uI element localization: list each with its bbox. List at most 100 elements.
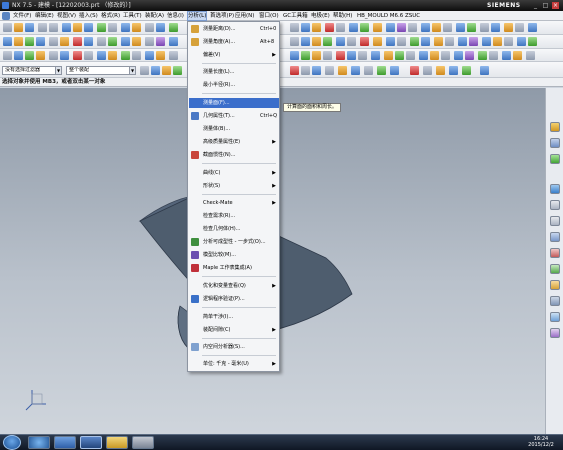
visual-reporting-icon[interactable] — [550, 328, 560, 338]
bounded-grid-snap-icon[interactable] — [462, 66, 471, 75]
line-icon[interactable] — [14, 51, 23, 60]
datum-axis-icon[interactable] — [373, 23, 382, 32]
minimize-button[interactable]: _ — [532, 2, 539, 9]
clip-section-icon[interactable] — [504, 23, 513, 32]
offset-region-icon[interactable] — [445, 37, 454, 46]
bridge-curve-icon[interactable] — [132, 51, 141, 60]
studio-surface-icon[interactable] — [373, 37, 382, 46]
menu-application[interactable]: 应用(N) — [235, 11, 254, 21]
snap-on-face-icon[interactable] — [358, 51, 367, 60]
show-hide-icon[interactable] — [515, 23, 524, 32]
pan-icon[interactable] — [456, 23, 465, 32]
face-analysis-icon[interactable] — [478, 51, 487, 60]
menu-preferences[interactable]: 首选项(P) — [210, 11, 234, 21]
section-curve-icon[interactable] — [108, 51, 117, 60]
arc-icon[interactable] — [25, 51, 34, 60]
quick-pick-icon[interactable] — [338, 66, 347, 75]
roles-icon[interactable] — [550, 264, 560, 274]
menu-advanced-mass-properties[interactable]: 高级质量属性(E) ▶ — [189, 137, 279, 147]
undo-icon[interactable] — [38, 23, 47, 32]
redo-icon[interactable] — [49, 23, 58, 32]
snap-on-curve-icon[interactable] — [347, 51, 356, 60]
divide-curve-icon[interactable] — [169, 51, 178, 60]
chamfer-icon[interactable] — [156, 23, 165, 32]
snap-quadrant-icon[interactable] — [323, 51, 332, 60]
cone-icon[interactable] — [25, 37, 34, 46]
select-face-icon[interactable] — [173, 66, 182, 75]
menu-measure-body[interactable]: 测量体(B)... — [189, 124, 279, 134]
menu-examine-geometry[interactable]: 检查几何体(H)... — [189, 224, 279, 234]
menu-insert[interactable]: 插入(S) — [79, 11, 98, 21]
menu-one-step-formability[interactable]: 分析可成型性 - 一步式(O)... — [189, 237, 279, 247]
front-view-icon[interactable] — [528, 37, 537, 46]
menu-format[interactable]: 格式(R) — [101, 11, 120, 21]
trim-sheet-icon[interactable] — [360, 37, 369, 46]
part-navigator-icon[interactable] — [550, 138, 560, 148]
revolve-icon[interactable] — [84, 23, 93, 32]
wireframe-icon[interactable] — [480, 23, 489, 32]
new-file-icon[interactable] — [3, 23, 12, 32]
extrude-icon[interactable] — [73, 23, 82, 32]
snap-intersection-icon[interactable] — [336, 51, 345, 60]
snap-existing-point-icon[interactable] — [371, 51, 380, 60]
project-curve-icon[interactable] — [84, 51, 93, 60]
menu-geometric-properties[interactable]: 几何属性(T)... Ctrl+Q — [189, 111, 279, 121]
select-curve-icon[interactable] — [312, 66, 321, 75]
sketch-icon[interactable] — [62, 23, 71, 32]
menu-hb-mould[interactable]: HB_MOULD M6.6 — [357, 11, 403, 21]
boss-icon[interactable] — [108, 23, 117, 32]
history-icon[interactable] — [550, 200, 560, 210]
menu-section-inertia[interactable]: 截面惯性(N)... — [189, 150, 279, 160]
render-style-icon[interactable] — [386, 23, 395, 32]
reflection-analysis-icon[interactable] — [526, 51, 535, 60]
snap-tangent-icon[interactable] — [406, 51, 415, 60]
top-view-icon[interactable] — [517, 37, 526, 46]
pad-icon[interactable] — [60, 37, 69, 46]
rotate-view-icon[interactable] — [443, 23, 452, 32]
menu-measure-length[interactable]: 测量长度(L)... — [189, 67, 279, 77]
line-snap-icon[interactable] — [351, 66, 360, 75]
menu-file[interactable]: 文件(F) — [13, 11, 31, 21]
pocket-icon[interactable] — [49, 37, 58, 46]
draft-icon[interactable] — [325, 23, 334, 32]
curvature-analysis-icon[interactable] — [502, 51, 511, 60]
menu-analysis[interactable]: 分析(L) — [187, 11, 208, 21]
select-edge-icon[interactable] — [301, 66, 310, 75]
n-sided-surface-icon[interactable] — [323, 37, 332, 46]
move-face-icon[interactable] — [386, 37, 395, 46]
nx-menu-logo-icon[interactable] — [2, 12, 10, 20]
trim-curve-icon[interactable] — [156, 51, 165, 60]
slash-snap-icon[interactable] — [364, 66, 373, 75]
taskbar-app-icon[interactable] — [54, 436, 76, 449]
wcs-dynamics-icon[interactable] — [419, 51, 428, 60]
subtract-icon[interactable] — [132, 23, 141, 32]
menu-help[interactable]: 帮助(H) — [333, 11, 352, 21]
menu-model-compare[interactable]: 模型比较(M)... — [189, 250, 279, 260]
sphere-icon[interactable] — [36, 37, 45, 46]
analysis-display-icon[interactable] — [465, 51, 474, 60]
patch-icon[interactable] — [132, 37, 141, 46]
replace-face-icon[interactable] — [410, 37, 419, 46]
menu-minimum-radius[interactable]: 最小半径(R)... — [189, 80, 279, 90]
palette-icon[interactable] — [550, 296, 560, 306]
point-on-face-snap-icon[interactable] — [449, 66, 458, 75]
menu-zsuc[interactable]: ZSUC — [405, 11, 420, 21]
block-icon[interactable] — [3, 37, 12, 46]
taskbar-folder-icon[interactable] — [106, 436, 128, 449]
snap-endpoint-icon[interactable] — [290, 51, 299, 60]
process-studio-icon[interactable] — [550, 232, 560, 242]
menu-units[interactable]: 单位: 千克 - 毫米(U) ▶ — [189, 359, 279, 369]
swept-icon[interactable] — [301, 37, 310, 46]
taskbar-app-icon[interactable] — [132, 436, 154, 449]
pattern-feature-icon[interactable] — [336, 23, 345, 32]
taskbar-app-icon[interactable] — [28, 436, 50, 449]
circle-center-snap-icon[interactable] — [410, 66, 419, 75]
selection-filter-dropdown[interactable]: 没有选择过滤器 ▼ — [2, 66, 62, 75]
orient-view-icon[interactable] — [491, 23, 500, 32]
close-button[interactable]: × — [552, 2, 559, 9]
datum-plane-icon[interactable] — [360, 23, 369, 32]
mold-wizard-icon[interactable] — [458, 37, 467, 46]
system-materials-icon[interactable] — [550, 216, 560, 226]
menu-tools[interactable]: 工具(T) — [123, 11, 142, 21]
menu-simple-interference[interactable]: 简单干涉(I)... — [189, 312, 279, 322]
